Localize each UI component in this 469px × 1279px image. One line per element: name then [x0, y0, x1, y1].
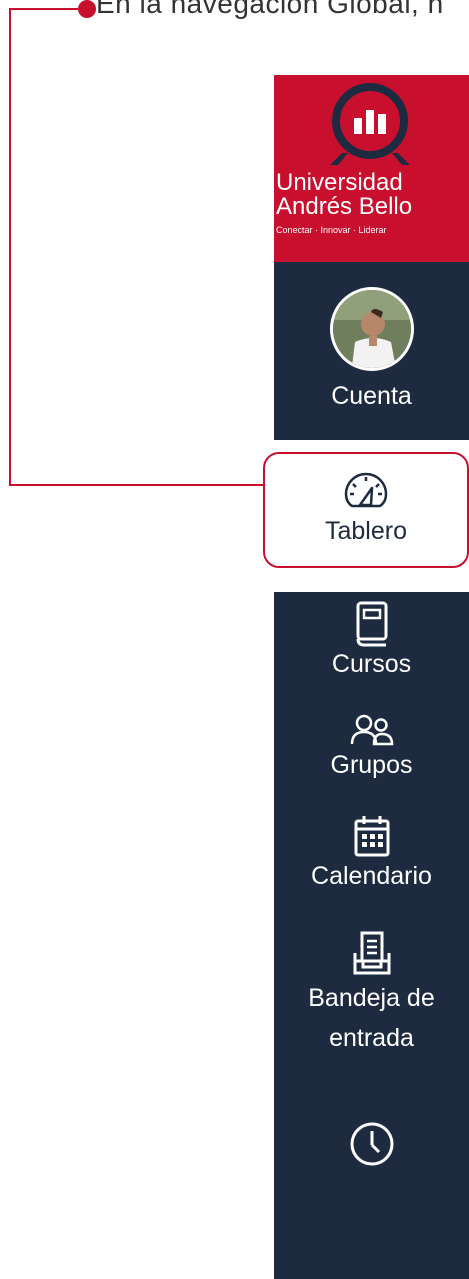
global-navigation: Universidad Andrés Bello Conectar · Inno… — [274, 75, 469, 1279]
people-icon — [350, 714, 393, 746]
nav-label-inbox-line2: entrada — [329, 1024, 414, 1052]
nav-item-history[interactable] — [274, 1121, 469, 1167]
nav-item-calendar[interactable]: Calendario — [274, 815, 469, 893]
clock-icon — [350, 1122, 393, 1166]
avatar — [329, 287, 414, 371]
logo-wordmark: Universidad Andrés Bello — [274, 171, 469, 219]
book-icon — [356, 601, 387, 647]
nav-item-groups[interactable]: Grupos — [274, 714, 469, 782]
nav-label-calendar: Calendario — [311, 862, 432, 890]
building-icon — [354, 110, 386, 134]
callout-text: En la navegación Global, h — [96, 0, 444, 19]
nav-item-courses[interactable]: Cursos — [274, 601, 469, 681]
logo-emblem — [332, 83, 408, 159]
nav-label-dashboard: Tablero — [325, 517, 407, 545]
nav-label-account: Cuenta — [331, 382, 412, 410]
callout-connector-bottom — [9, 484, 264, 486]
nav-item-inbox[interactable]: Bandeja de entrada — [274, 931, 469, 1055]
nav-label-groups: Grupos — [330, 751, 413, 779]
nav-label-inbox-line1: Bandeja de — [308, 984, 435, 1012]
nav-label-courses: Cursos — [331, 650, 412, 678]
university-logo[interactable]: Universidad Andrés Bello Conectar · Inno… — [274, 75, 469, 262]
page: En la navegación Global, h Universidad A… — [0, 0, 469, 1279]
logo-base-icon — [330, 153, 410, 165]
user-photo — [332, 290, 411, 368]
dashboard-gauge-icon — [344, 472, 388, 508]
callout-connector-top — [9, 8, 81, 10]
logo-line-1: Universidad — [276, 169, 403, 196]
logo-line-2: Andrés Bello — [276, 193, 413, 220]
callout-dot — [78, 0, 96, 18]
calendar-icon — [354, 816, 389, 857]
logo-tagline: Conectar · Innovar · Liderar — [276, 225, 387, 235]
inbox-icon — [353, 931, 390, 975]
nav-item-account[interactable]: Cuenta — [274, 287, 469, 413]
callout-connector-vertical — [9, 8, 11, 486]
nav-item-dashboard[interactable]: Tablero — [263, 452, 469, 568]
